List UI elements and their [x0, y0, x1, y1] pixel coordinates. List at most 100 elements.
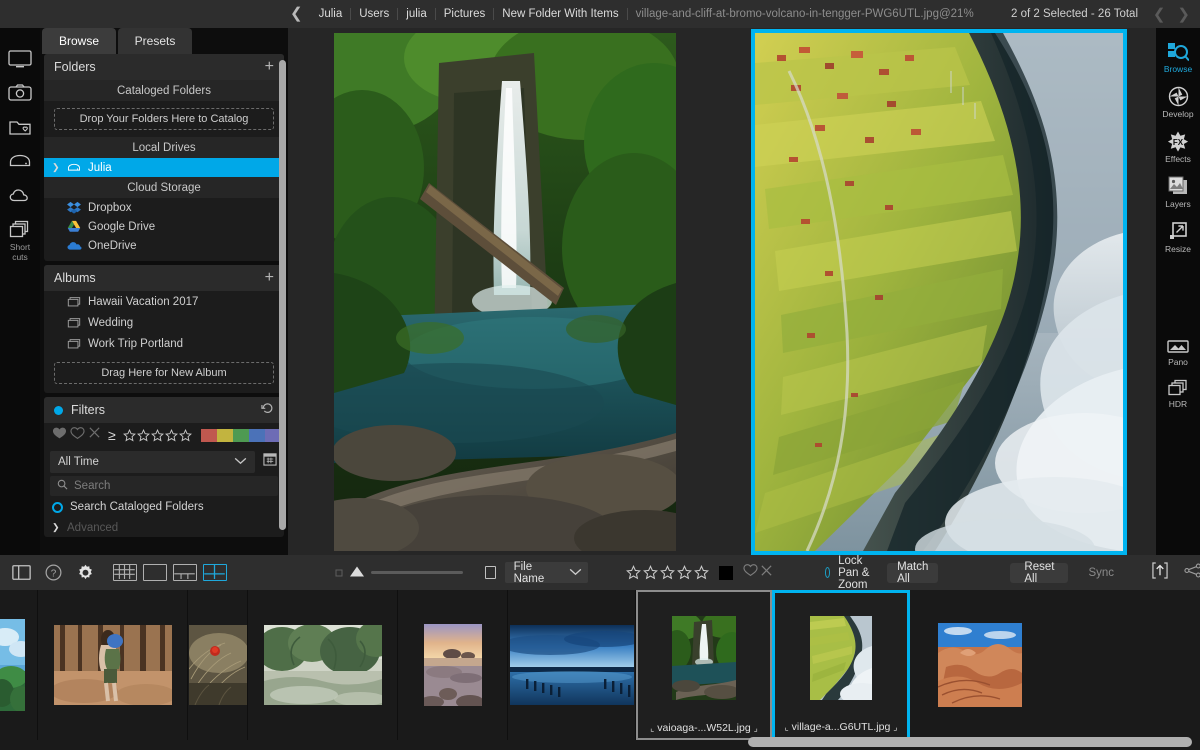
- filmstrip-item-3[interactable]: [248, 590, 398, 740]
- module-browse[interactable]: Browse: [1156, 34, 1200, 79]
- lock-pan-zoom-radio[interactable]: [825, 567, 830, 578]
- thumbnail-size-slider[interactable]: [335, 564, 463, 582]
- next-image-icon[interactable]: ❯: [1177, 5, 1190, 23]
- module-hdr[interactable]: HDR: [1156, 372, 1200, 414]
- catalog-dropzone[interactable]: Drop Your Folders Here to Catalog: [54, 108, 274, 130]
- album-item-2[interactable]: Work Trip Portland: [44, 333, 284, 354]
- chevron-left-icon[interactable]: ❮: [290, 6, 311, 23]
- filmstrip-item-2[interactable]: [188, 590, 248, 740]
- chevron-down-icon[interactable]: [234, 456, 247, 468]
- color-label-swatch[interactable]: [719, 566, 733, 580]
- scrollbar-thumb[interactable]: [279, 60, 286, 530]
- swatch-red[interactable]: [201, 429, 217, 442]
- module-pano[interactable]: Pano: [1156, 331, 1200, 372]
- breadcrumb-item-2[interactable]: julia: [398, 8, 435, 20]
- filmstrip-item-6[interactable]: ⌞ vaioaga-...W52L.jpg ⌟: [636, 590, 772, 740]
- star-icon[interactable]: [643, 565, 658, 580]
- filmstrip-item-4[interactable]: [398, 590, 508, 740]
- heart-filled-icon[interactable]: [52, 426, 67, 445]
- chevron-down-icon[interactable]: [569, 567, 582, 579]
- chevron-right-icon[interactable]: ❯: [52, 522, 60, 533]
- tab-presets[interactable]: Presets: [118, 28, 192, 54]
- drive-item-julia[interactable]: ❯ Julia: [44, 158, 284, 177]
- match-all-button[interactable]: Match All: [887, 563, 938, 583]
- module-develop[interactable]: Develop: [1156, 79, 1200, 124]
- left-panel-scrollbar[interactable]: [279, 60, 286, 560]
- add-folder-plus-icon[interactable]: +: [265, 60, 274, 74]
- viewer-pane-left[interactable]: [288, 28, 722, 555]
- album-item-0[interactable]: Hawaii Vacation 2017: [44, 291, 284, 312]
- viewer-image-waterfall[interactable]: [334, 33, 676, 551]
- share-up-icon[interactable]: [1152, 562, 1168, 584]
- cloud-rail-button[interactable]: [5, 186, 35, 204]
- search-input[interactable]: Search: [50, 476, 278, 496]
- shortcuts-rail-button[interactable]: Short cuts: [5, 220, 35, 262]
- star-icon[interactable]: [626, 565, 641, 580]
- slider-track[interactable]: [371, 571, 463, 574]
- album-item-1[interactable]: Wedding: [44, 312, 284, 333]
- add-album-plus-icon[interactable]: +: [265, 271, 274, 285]
- monitor-rail-button[interactable]: [5, 50, 35, 68]
- filmstrip-view-icon[interactable]: [173, 564, 197, 581]
- search-scope-radio[interactable]: Search Cataloged Folders: [44, 496, 284, 518]
- breadcrumb-item-1[interactable]: Users: [351, 8, 398, 20]
- filmstrip-item-8[interactable]: [910, 590, 1050, 740]
- reset-all-button[interactable]: Reset All: [1010, 563, 1068, 583]
- rating-operator[interactable]: ≥: [108, 429, 116, 441]
- triangle-handle-icon[interactable]: [349, 564, 365, 582]
- rating-controls[interactable]: [626, 563, 773, 582]
- single-view-icon[interactable]: [143, 564, 167, 581]
- hard-drive-rail-button[interactable]: [5, 152, 35, 170]
- compare-view-icon[interactable]: [203, 564, 227, 581]
- chevron-right-icon[interactable]: ❯: [52, 162, 60, 173]
- heart-outline-icon[interactable]: [743, 563, 758, 582]
- reset-filters-undo-icon[interactable]: [261, 402, 274, 418]
- cloud-item-onedrive[interactable]: OneDrive: [44, 236, 284, 255]
- share-nodes-icon[interactable]: [1184, 563, 1200, 583]
- filter-star-rating[interactable]: [123, 429, 192, 442]
- radio-icon[interactable]: [52, 502, 63, 513]
- panel-left-icon[interactable]: [12, 565, 31, 580]
- viewer-pane-right[interactable]: [722, 28, 1156, 555]
- filmstrip-item-5[interactable]: [508, 590, 636, 740]
- breadcrumb-item-4[interactable]: New Folder With Items: [494, 8, 627, 20]
- sync-button[interactable]: Sync: [1076, 563, 1126, 583]
- filmstrip-item-1[interactable]: [38, 590, 188, 740]
- gear-icon[interactable]: [76, 563, 95, 582]
- calendar-icon[interactable]: [263, 452, 277, 471]
- camera-rail-button[interactable]: [5, 84, 35, 102]
- folder-favorite-rail-button[interactable]: [5, 118, 35, 136]
- viewer-image-village-cliff[interactable]: [755, 33, 1123, 551]
- swatch-yellow[interactable]: [217, 429, 233, 442]
- sort-dropdown[interactable]: File Name: [505, 562, 588, 583]
- module-resize[interactable]: Resize: [1156, 214, 1200, 259]
- swatch-green[interactable]: [233, 429, 249, 442]
- module-layers[interactable]: Layers: [1156, 169, 1200, 214]
- star-icon[interactable]: [660, 565, 675, 580]
- date-range-select[interactable]: All Time: [50, 451, 255, 473]
- module-effects[interactable]: FX Effects: [1156, 124, 1200, 169]
- reject-x-icon[interactable]: [88, 426, 101, 444]
- breadcrumb-item-0[interactable]: Julia: [311, 8, 352, 20]
- filmstrip[interactable]: ⌞ vaioaga-...W52L.jpg ⌟ ⌞ village-a...G: [0, 590, 1200, 750]
- color-label-swatches[interactable]: [201, 429, 284, 442]
- new-album-dropzone[interactable]: Drag Here for New Album: [54, 362, 274, 384]
- checkbox-icon[interactable]: [485, 566, 496, 579]
- cloud-item-dropbox[interactable]: Dropbox: [44, 198, 284, 217]
- help-circle-icon[interactable]: ?: [45, 564, 62, 581]
- swatch-blue[interactable]: [249, 429, 265, 442]
- prev-image-icon[interactable]: ❮: [1153, 5, 1166, 23]
- lock-pan-zoom-label[interactable]: Lock Pan & Zoom: [838, 555, 873, 591]
- reject-x-icon[interactable]: [760, 564, 773, 582]
- star-icon[interactable]: [694, 565, 709, 580]
- cloud-item-google-drive[interactable]: Google Drive: [44, 217, 284, 236]
- heart-outline-icon[interactable]: [70, 426, 85, 445]
- filmstrip-item-0[interactable]: [0, 590, 38, 740]
- tab-browse[interactable]: Browse: [42, 28, 116, 54]
- advanced-filters-row[interactable]: ❯ Advanced: [44, 518, 284, 537]
- breadcrumb-item-3[interactable]: Pictures: [436, 8, 495, 20]
- star-icon[interactable]: [677, 565, 692, 580]
- filmstrip-item-7[interactable]: ⌞ village-a...G6UTL.jpg ⌟: [772, 590, 910, 740]
- filmstrip-scrollbar[interactable]: [748, 737, 1192, 747]
- grid-view-icon[interactable]: [113, 564, 137, 581]
